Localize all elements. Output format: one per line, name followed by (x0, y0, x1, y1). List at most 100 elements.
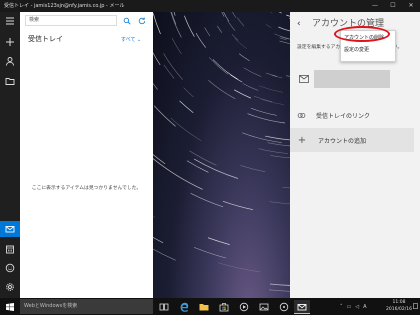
mail-app-icon[interactable] (294, 300, 310, 314)
edge-browser-icon[interactable] (176, 300, 192, 313)
star-trail (183, 87, 194, 98)
star-trail (163, 53, 183, 80)
star-trail (234, 37, 247, 49)
link-icon (297, 112, 306, 118)
link-inboxes-button[interactable]: 受信トレイのリンク (297, 108, 370, 122)
search-input[interactable]: 検索 (25, 15, 117, 26)
menu-item-change-settings[interactable]: 設定の変更 (344, 46, 369, 53)
star-trail (265, 24, 272, 28)
notification-icon[interactable] (412, 301, 418, 312)
star-trail (269, 283, 290, 286)
star-trail (243, 67, 262, 77)
star-trail (238, 53, 250, 62)
chevron-up-icon[interactable]: ˄ (340, 304, 343, 310)
star-trail (270, 12, 273, 14)
add-account-button[interactable]: + アカウントの追加 (290, 128, 414, 152)
volume-icon[interactable]: ◁ (355, 304, 359, 310)
window-controls: — ☐ ✕ (366, 0, 420, 12)
star-trail (193, 247, 226, 259)
star-trail (212, 59, 239, 80)
star-trail (268, 289, 290, 292)
accounts-person-icon[interactable] (0, 54, 20, 68)
star-trail (236, 17, 245, 27)
star-trail (218, 262, 261, 273)
star-trail (234, 89, 252, 99)
star-trail (267, 142, 290, 147)
hamburger-icon[interactable] (0, 14, 20, 28)
star-trail (153, 13, 161, 35)
system-tray: ˄ ▭ ◁ A (340, 301, 371, 312)
star-trail (208, 80, 236, 100)
filter-dropdown[interactable]: すべて ⌄ (121, 36, 141, 43)
star-trail (242, 83, 259, 91)
plus-icon: + (297, 134, 307, 146)
star-trail (179, 100, 194, 113)
message-list-pane: 検索 受信トレイ すべて ⌄ ここに表示するアイテムは見つかりませんでした。 (20, 12, 153, 298)
star-trail (259, 85, 284, 93)
account-item[interactable] (297, 70, 417, 90)
photos-icon[interactable] (256, 300, 272, 313)
star-trail (274, 33, 289, 39)
star-trail (247, 113, 286, 124)
star-trail (208, 57, 228, 75)
link-inboxes-label: 受信トレイのリンク (316, 112, 371, 120)
groove-music-icon[interactable] (276, 300, 292, 313)
network-icon[interactable]: ▭ (347, 304, 352, 310)
windows-start-icon[interactable] (0, 298, 20, 315)
left-nav-bar (0, 12, 20, 298)
account-name-redacted (314, 70, 390, 88)
sync-icon[interactable] (136, 15, 147, 26)
folders-icon[interactable] (0, 74, 20, 88)
star-trail (190, 192, 224, 208)
star-trail (261, 99, 285, 105)
star-trail (267, 136, 290, 140)
star-trail (189, 150, 217, 166)
star-trail (170, 12, 182, 38)
star-trail (250, 107, 277, 116)
star-trail (153, 105, 176, 127)
reading-pane-background (153, 12, 290, 298)
media-icon[interactable] (236, 300, 252, 313)
star-trail (153, 236, 164, 244)
star-trail (221, 12, 225, 17)
clock-time: 11:08 (392, 300, 406, 305)
feedback-smiley-icon[interactable] (0, 261, 20, 275)
mail-icon[interactable] (0, 221, 20, 237)
search-icon[interactable] (121, 15, 132, 26)
back-arrow-icon[interactable]: ‹ (297, 18, 307, 30)
star-trail (216, 25, 223, 33)
ime-indicator[interactable]: A (363, 304, 366, 310)
task-view-icon[interactable] (156, 300, 172, 313)
settings-gear-icon[interactable] (0, 280, 20, 294)
star-trail (282, 187, 290, 189)
add-account-label: アカウントの追加 (318, 137, 367, 145)
window-title: 受信トレイ - jamis123sjn@nfy.jamis.co.jp - メー… (4, 3, 125, 9)
star-trail (153, 248, 176, 261)
empty-list-message: ここに表示するアイテムは見つかりませんでした。 (31, 186, 142, 191)
compose-plus-icon[interactable] (0, 35, 20, 49)
window-titlebar: 受信トレイ - jamis123sjn@nfy.jamis.co.jp - メー… (0, 0, 420, 12)
star-trail (278, 26, 290, 32)
star-trail (270, 155, 290, 159)
taskbar-clock[interactable]: 11:08 2016/02/16 (384, 299, 414, 313)
store-icon[interactable] (216, 300, 232, 313)
star-trail (227, 20, 236, 31)
star-trail (278, 12, 282, 14)
taskbar: WebとWindowsを検索 ˄ ▭ ◁ A 11:08 2016/02/16 (0, 298, 420, 315)
star-trail (184, 15, 195, 37)
star-trail (195, 32, 206, 48)
star-trail (232, 12, 237, 18)
star-trail (171, 38, 182, 55)
close-button[interactable]: ✕ (402, 0, 420, 12)
star-trail (253, 95, 273, 103)
maximize-button[interactable]: ☐ (384, 0, 402, 12)
star-trail (242, 132, 282, 143)
star-trail (153, 154, 166, 165)
star-trail (186, 160, 209, 173)
minimize-button[interactable]: — (366, 0, 384, 12)
file-explorer-icon[interactable] (196, 300, 212, 313)
calendar-icon[interactable] (0, 242, 20, 256)
taskbar-search-input[interactable]: WebとWindowsを検索 (20, 299, 153, 314)
star-trail (153, 215, 156, 218)
star-trail (231, 34, 239, 41)
